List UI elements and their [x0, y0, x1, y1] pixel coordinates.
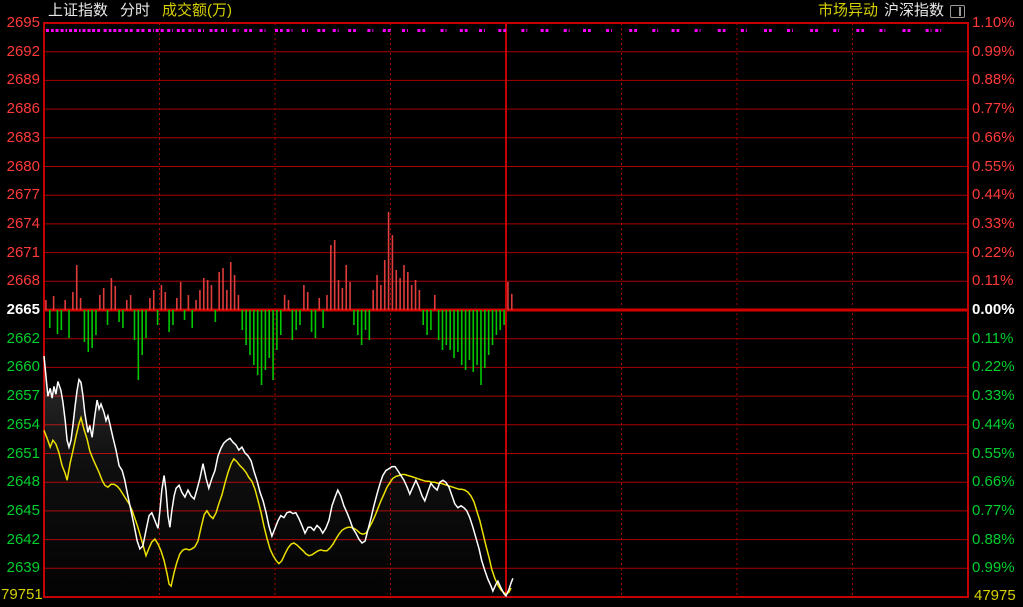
percent-tick-label: 0.33%: [972, 215, 1022, 233]
percent-tick-label: 0.66%: [972, 129, 1022, 147]
price-tick-label: 2683: [0, 129, 40, 147]
volume-scale-left-value: 79751: [1, 586, 43, 604]
market-alert-tab[interactable]: 市场异动: [818, 2, 878, 20]
price-tick-label: 2651: [0, 445, 40, 463]
percent-tick-label: 0.44%: [972, 416, 1022, 434]
price-tick-label: 2657: [0, 387, 40, 405]
percent-tick-label: 0.55%: [972, 158, 1022, 176]
trading-terminal-window: 上证指数 分时 成交额(万) 市场异动 沪深指数 2695 2692 2689 268…: [0, 0, 1023, 607]
turnover-axis-label: 成交额(万): [162, 2, 232, 20]
price-tick-label: 2680: [0, 158, 40, 176]
chart-header-right: 市场异动 沪深指数: [818, 2, 965, 20]
intraday-chart[interactable]: [0, 0, 1023, 607]
percent-tick-label: 0.99%: [972, 559, 1022, 577]
price-tick-label: 2689: [0, 71, 40, 89]
price-tick-label: 2668: [0, 272, 40, 290]
view-mode-label[interactable]: 分时: [120, 2, 150, 20]
index-name-label: 上证指数: [48, 2, 108, 20]
percent-tick-label: 0.11%: [972, 272, 1022, 290]
percent-tick-label: 0.77%: [972, 100, 1022, 118]
price-tick-label: 2695: [0, 14, 40, 32]
percent-tick-label: 0.77%: [972, 502, 1022, 520]
percent-tick-label: 0.66%: [972, 473, 1022, 491]
price-tick-label: 2645: [0, 502, 40, 520]
panel-toggle-icon[interactable]: [950, 5, 965, 18]
percent-tick-label: 1.10%: [972, 14, 1022, 32]
percent-tick-label: 0.99%: [972, 43, 1022, 61]
price-tick-label: 2660: [0, 358, 40, 376]
price-tick-label: 2677: [0, 186, 40, 204]
percent-tick-label: 0.00%: [972, 301, 1022, 319]
price-tick-label: 2648: [0, 473, 40, 491]
percent-tick-label: 0.22%: [972, 358, 1022, 376]
price-tick-label: 2671: [0, 244, 40, 262]
price-tick-label: 2686: [0, 100, 40, 118]
price-tick-label: 2642: [0, 531, 40, 549]
price-tick-label: 2654: [0, 416, 40, 434]
price-tick-label: 2665: [0, 301, 40, 319]
chart-header-left: 上证指数 分时 成交额(万): [48, 2, 232, 20]
price-area-fill: [44, 356, 513, 597]
percent-tick-label: 0.88%: [972, 71, 1022, 89]
percent-tick-label: 0.55%: [972, 445, 1022, 463]
volume-scale-right-value: 47975: [974, 587, 1023, 605]
percent-tick-label: 0.88%: [972, 531, 1022, 549]
percent-tick-label: 0.11%: [972, 330, 1022, 348]
price-tick-label: 2674: [0, 215, 40, 233]
price-tick-label: 2639: [0, 559, 40, 577]
price-tick-label: 2662: [0, 330, 40, 348]
hs-index-tab[interactable]: 沪深指数: [884, 2, 944, 20]
price-tick-label: 2692: [0, 43, 40, 61]
percent-tick-label: 0.33%: [972, 387, 1022, 405]
percent-tick-label: 0.22%: [972, 244, 1022, 262]
percent-tick-label: 0.44%: [972, 186, 1022, 204]
